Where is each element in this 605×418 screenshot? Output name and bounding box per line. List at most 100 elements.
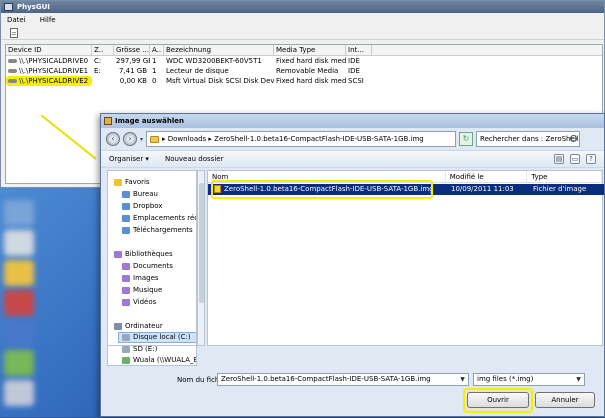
nav-label: Musique: [133, 286, 163, 294]
nav-label: Vidéos: [133, 298, 157, 306]
drive-list-header: Device ID Z.. Grösse ... A.. Bezeichnung…: [6, 45, 602, 56]
dialog-title: Image auswählen: [115, 117, 184, 125]
nav-item-local-disk[interactable]: Disque local (C:): [118, 332, 196, 343]
chevron-down-icon[interactable]: ▼: [574, 375, 583, 384]
title-bar: PhysGUI: [1, 1, 604, 13]
desktop-icon[interactable]: [4, 230, 34, 256]
help-icon[interactable]: ?: [586, 154, 596, 164]
cell-media: Fixed hard disk media: [276, 57, 346, 65]
file-row-selected[interactable]: ZeroShell-1.0.beta16-CompactFlash-IDE-US…: [208, 180, 604, 199]
search-input[interactable]: Rechercher dans : ZeroShell-1....: [476, 131, 581, 147]
open-button[interactable]: Ouvrir: [467, 392, 529, 408]
cell-size: 7,41 GB: [118, 67, 147, 75]
annotation-arrow: [40, 115, 97, 160]
desktop-icon[interactable]: [4, 200, 34, 226]
refresh-button[interactable]: ↻: [459, 132, 474, 146]
desktop-icon[interactable]: [4, 320, 34, 346]
nav-label: SD (E:): [133, 346, 158, 353]
col-size[interactable]: Grösse ...: [114, 45, 150, 55]
filetype-select[interactable]: img files (*.img) ▼: [473, 373, 585, 386]
table-row[interactable]: \\.\PHYSICALDRIVE0 C: 297,99 GB 1 WDC WD…: [6, 56, 602, 66]
cell-media: Fixed hard disk media: [276, 77, 346, 85]
menu-datei[interactable]: Datei: [7, 16, 26, 24]
cell-a: 0: [152, 77, 157, 85]
file-list[interactable]: Nom Modifié le Type ZeroShell-1.0.beta16…: [207, 170, 604, 346]
chevron-down-icon[interactable]: ▼: [458, 375, 467, 384]
cell-device: \\.\PHYSICALDRIVE1: [19, 67, 89, 75]
nav-item-recent[interactable]: Emplacements réce: [122, 213, 197, 224]
new-document-icon[interactable]: [10, 27, 18, 38]
nav-label: Wuala (\\WUALA_E: [133, 356, 197, 364]
dialog-footer: Nom du fichier : ZeroShell-1.0.beta16-Co…: [101, 366, 604, 418]
nav-computer[interactable]: Ordinateur: [114, 321, 163, 332]
nav-label: Images: [133, 274, 159, 282]
recent-dropdown-icon[interactable]: ▾: [140, 136, 143, 143]
forward-button[interactable]: ›: [123, 132, 137, 146]
organize-button[interactable]: Organiser ▾: [109, 155, 149, 163]
view-options-icon[interactable]: ▤: [554, 154, 564, 164]
nav-label: Emplacements réce: [133, 214, 197, 222]
desktop-icon[interactable]: [4, 380, 34, 406]
nav-scrollbar[interactable]: [197, 170, 205, 346]
col-modified[interactable]: Modifié le: [446, 171, 528, 182]
preview-pane-icon[interactable]: ▭: [570, 154, 580, 164]
nav-label: Dropbox: [133, 202, 163, 210]
menu-hilfe[interactable]: Hilfe: [40, 16, 56, 24]
nav-item-videos[interactable]: Vidéos: [122, 297, 156, 308]
address-field[interactable]: ▸ Downloads ▸ ZeroShell-1.0.beta16-Compa…: [146, 131, 457, 147]
nav-item-wuala[interactable]: Wuala (\\WUALA_E: [122, 355, 197, 365]
documents-icon: [122, 263, 130, 270]
col-name[interactable]: Bezeichnung: [164, 45, 274, 55]
cell-interface: IDE: [348, 57, 360, 65]
filename-input[interactable]: ZeroShell-1.0.beta16-CompactFlash-IDE-US…: [217, 373, 469, 386]
nav-item-images[interactable]: Images: [122, 273, 159, 284]
desktop-folder-icon: [122, 191, 130, 198]
nav-favorites[interactable]: Favoris: [114, 177, 150, 188]
table-row-selected[interactable]: \\.\PHYSICALDRIVE2 0,00 KB 0 Msft Virtua…: [6, 76, 602, 86]
nav-label: Bureau: [133, 190, 158, 198]
col-media-type[interactable]: Media Type: [274, 45, 346, 55]
cell-a: 1: [152, 57, 157, 65]
library-icon: [114, 251, 122, 258]
nav-item-documents[interactable]: Documents: [122, 261, 173, 272]
col-z[interactable]: Z..: [92, 45, 114, 55]
cell-device: \\.\PHYSICALDRIVE0: [19, 57, 89, 65]
app-icon: [4, 3, 13, 11]
command-bar: Organiser ▾ Nouveau dossier ▤ ▭ ?: [101, 150, 604, 168]
desktop-icon[interactable]: [4, 260, 34, 286]
nav-item-sd[interactable]: SD (E:): [122, 346, 157, 355]
navigation-pane[interactable]: Favoris Bureau Dropbox Emplacements réce…: [107, 170, 197, 346]
cell-interface: SCSI: [348, 77, 364, 85]
search-icon[interactable]: [570, 135, 578, 142]
new-folder-button[interactable]: Nouveau dossier: [165, 155, 224, 163]
col-a[interactable]: A..: [150, 45, 164, 55]
scrollbar-thumb[interactable]: [199, 183, 204, 303]
nav-label: Ordinateur: [125, 322, 163, 330]
table-row[interactable]: \\.\PHYSICALDRIVE1 E: 7,41 GB 1 Lecteur …: [6, 66, 602, 76]
file-modified: 10/09/2011 11:03: [451, 185, 514, 193]
col-type[interactable]: Type: [527, 171, 602, 182]
desktop-icon[interactable]: [4, 350, 34, 376]
nav-item-music[interactable]: Musique: [122, 285, 162, 296]
nav-libraries[interactable]: Bibliothèques: [114, 249, 173, 260]
cell-name: Msft Virtual Disk SCSI Disk Device: [166, 77, 274, 85]
desktop-icon[interactable]: [4, 290, 34, 316]
videos-icon: [122, 299, 130, 306]
sd-card-icon: [122, 346, 130, 353]
cancel-button[interactable]: Annuler: [535, 392, 595, 408]
col-device-id[interactable]: Device ID: [6, 45, 92, 55]
nav-item-dropbox[interactable]: Dropbox: [122, 201, 163, 212]
col-interface[interactable]: Int...: [346, 45, 372, 55]
dialog-title-bar: Image auswählen: [101, 114, 604, 128]
hard-drive-icon: [8, 79, 17, 83]
cell-name: WDC WD3200BEKT-60V5T1: [166, 57, 262, 65]
music-icon: [122, 287, 130, 294]
nav-item-downloads[interactable]: Téléchargements: [122, 225, 193, 236]
image-select-dialog: Image auswählen ‹ › ▾ ▸ Downloads ▸ Zero…: [100, 113, 605, 417]
back-button[interactable]: ‹: [106, 132, 120, 146]
cell-size: 0,00 KB: [119, 77, 147, 85]
nav-item-bureau[interactable]: Bureau: [122, 189, 158, 200]
hard-drive-icon: [8, 69, 17, 73]
nav-label: Documents: [133, 262, 173, 270]
nav-label: Favoris: [125, 178, 150, 186]
